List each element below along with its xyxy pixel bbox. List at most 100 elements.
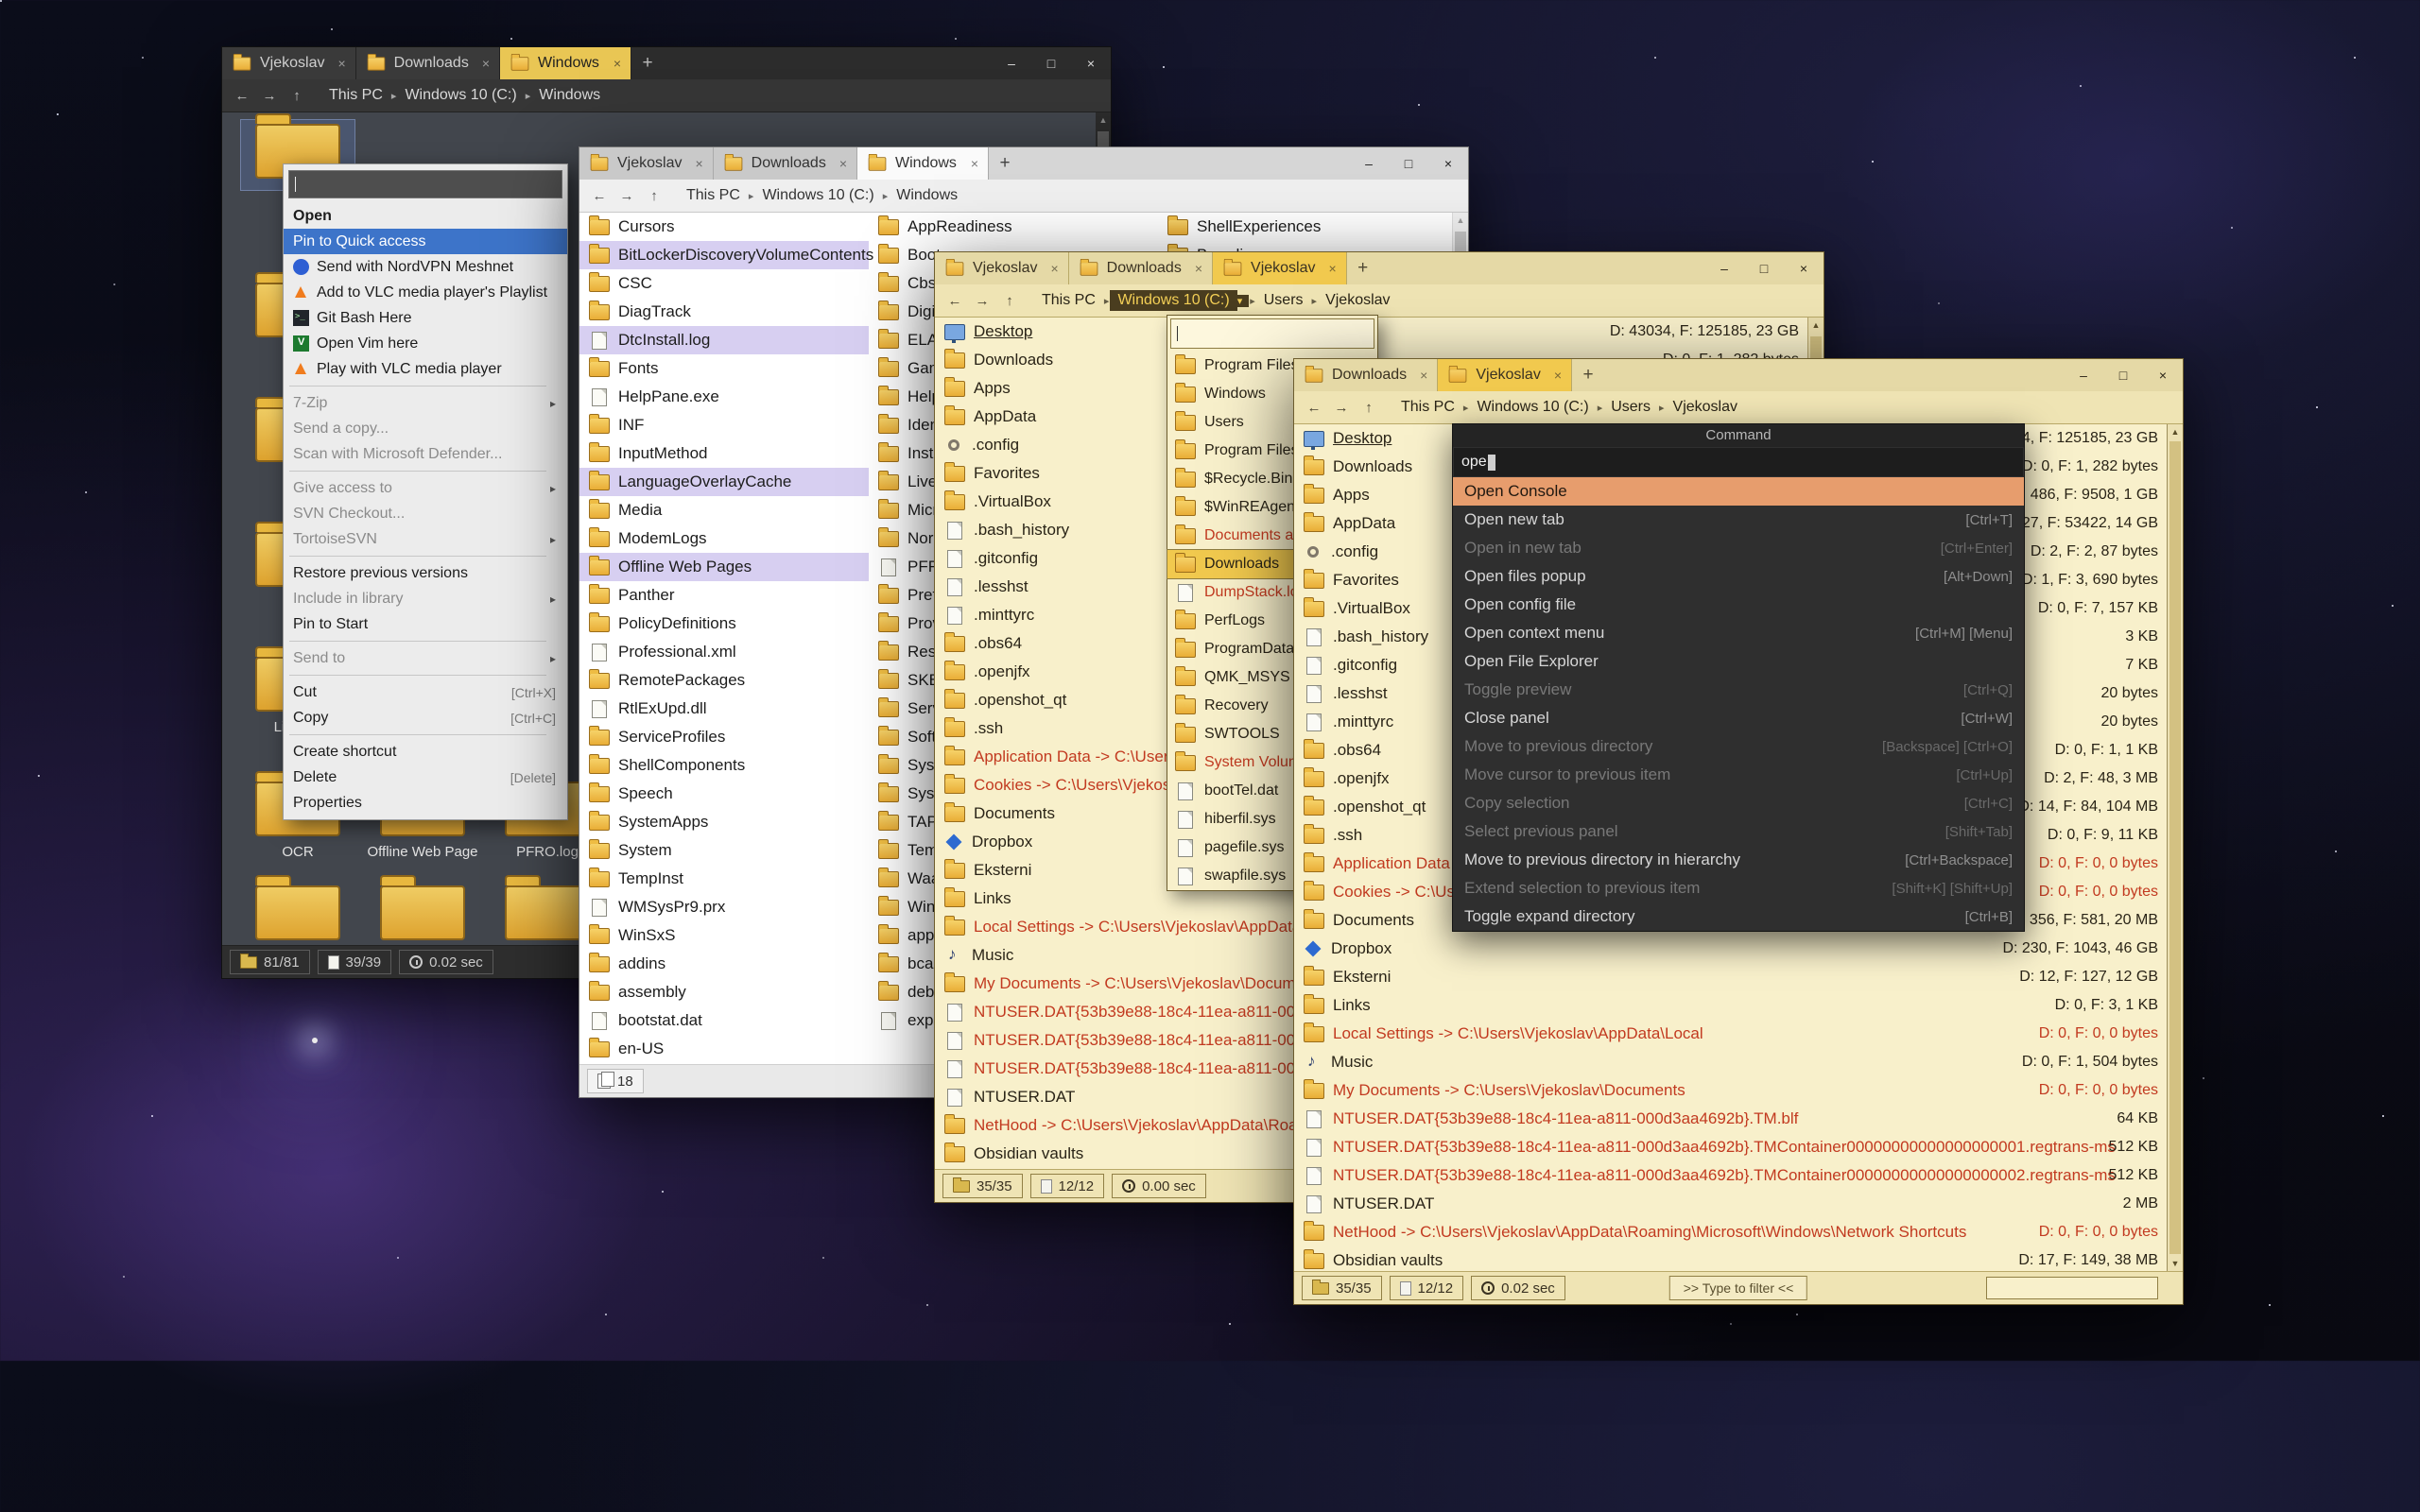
- tab-close-icon[interactable]: ×: [1323, 261, 1337, 276]
- file-row[interactable]: NTUSER.DAT 2 MB: [1294, 1190, 2168, 1218]
- tab[interactable]: Downloads ×: [356, 47, 500, 79]
- command-search-input[interactable]: ope: [1454, 448, 2023, 476]
- forward-icon[interactable]: →: [614, 184, 639, 207]
- command-item[interactable]: Open in new tab [Ctrl+Enter]: [1453, 534, 2024, 562]
- command-item[interactable]: Move to previous directory [Backspace] […: [1453, 732, 2024, 761]
- command-item[interactable]: Toggle expand directory [Ctrl+B]: [1453, 902, 2024, 931]
- command-item[interactable]: Toggle preview [Ctrl+Q]: [1453, 676, 2024, 704]
- file-row[interactable]: Offline Web Pages: [579, 553, 869, 581]
- file-manager-window-front[interactable]: Downloads × Vjekoslav × + – □ × ← → ↑: [1293, 358, 2184, 1305]
- scrollbar-thumb[interactable]: [2169, 441, 2181, 1254]
- file-row[interactable]: Panther: [579, 581, 869, 610]
- context-menu-item[interactable]: Pin to Quick access ▸: [284, 229, 567, 254]
- command-item[interactable]: Close panel [Ctrl+W]: [1453, 704, 2024, 732]
- breadcrumb-segment[interactable]: This PC ▾ ▸: [679, 185, 754, 206]
- up-icon[interactable]: ↑: [1357, 396, 1381, 419]
- file-row[interactable]: Obsidian vaults D: 17, F: 149, 38 MB: [1294, 1246, 2168, 1271]
- maximize-button[interactable]: □: [2103, 359, 2143, 391]
- context-menu-item[interactable]: Delete [Delete] ▸: [284, 765, 567, 790]
- folder-grid-item[interactable]: [366, 882, 479, 945]
- breadcrumb-segment[interactable]: Windows ▾ ▸: [531, 85, 608, 106]
- file-row[interactable]: DiagTrack: [579, 298, 869, 326]
- close-button[interactable]: ×: [2143, 359, 2183, 391]
- new-tab-button[interactable]: +: [1347, 252, 1379, 284]
- forward-icon[interactable]: →: [970, 289, 994, 312]
- file-row[interactable]: My Documents -> C:\Users\Vjekoslav\Docum…: [1294, 1076, 2168, 1105]
- context-menu-item[interactable]: Create shortcut ▸: [284, 739, 567, 765]
- file-row[interactable]: WinSxS: [579, 921, 869, 950]
- command-item[interactable]: Extend selection to previous item [Shift…: [1453, 874, 2024, 902]
- tab-close-icon[interactable]: ×: [608, 56, 621, 71]
- context-menu-filter-input[interactable]: [288, 170, 562, 198]
- context-menu-item[interactable]: Open ▸: [284, 203, 567, 229]
- titlebar[interactable]: Vjekoslav × Downloads × Vjekoslav × + – …: [935, 252, 1824, 284]
- file-row[interactable]: LanguageOverlayCache: [579, 468, 869, 496]
- tab[interactable]: Windows ×: [500, 47, 631, 79]
- up-icon[interactable]: ↑: [285, 84, 309, 107]
- file-row[interactable]: PolicyDefinitions: [579, 610, 869, 638]
- context-menu-item[interactable]: Restore previous versions ▸: [284, 560, 567, 586]
- context-menu-item[interactable]: Cut [Ctrl+X] ▸: [284, 679, 567, 705]
- minimize-button[interactable]: –: [992, 47, 1031, 79]
- context-menu-item[interactable]: ▸: [284, 382, 567, 390]
- tab-close-icon[interactable]: ×: [965, 156, 978, 171]
- file-row[interactable]: AppReadiness: [869, 213, 1158, 241]
- tab-close-icon[interactable]: ×: [834, 156, 847, 171]
- close-button[interactable]: ×: [1428, 147, 1468, 180]
- context-menu-item[interactable]: Send to ▸: [284, 645, 567, 671]
- new-tab-button[interactable]: +: [631, 47, 664, 79]
- titlebar[interactable]: Vjekoslav × Downloads × Windows × + – □: [222, 47, 1111, 79]
- breadcrumb-segment[interactable]: This PC ▾ ▸: [321, 85, 397, 106]
- context-menu-item[interactable]: ▸: [284, 467, 567, 475]
- context-menu-item[interactable]: Scan with Microsoft Defender... ▸: [284, 441, 567, 467]
- scroll-up-icon[interactable]: ▲: [1453, 213, 1468, 228]
- file-row[interactable]: NetHood -> C:\Users\Vjekoslav\AppData\Ro…: [1294, 1218, 2168, 1246]
- back-icon[interactable]: ←: [230, 84, 254, 107]
- new-tab-button[interactable]: +: [989, 147, 1021, 180]
- file-row[interactable]: DtcInstall.log: [579, 326, 869, 354]
- tab[interactable]: Vjekoslav ×: [935, 252, 1069, 284]
- maximize-button[interactable]: □: [1744, 252, 1784, 284]
- back-icon[interactable]: ←: [1302, 396, 1326, 419]
- file-row[interactable]: RemotePackages: [579, 666, 869, 695]
- file-row[interactable]: Cursors: [579, 213, 869, 241]
- file-row[interactable]: Music D: 0, F: 1, 504 bytes: [1294, 1048, 2168, 1076]
- breadcrumb-segment[interactable]: Windows 10 (C:) ▾ ▸: [397, 85, 531, 106]
- command-item[interactable]: Open File Explorer: [1453, 647, 2024, 676]
- file-row[interactable]: NTUSER.DAT{53b39e88-18c4-11ea-a811-000d3…: [1294, 1133, 2168, 1161]
- tab-close-icon[interactable]: ×: [1045, 261, 1058, 276]
- file-row[interactable]: WMSysPr9.prx: [579, 893, 869, 921]
- file-row[interactable]: assembly: [579, 978, 869, 1006]
- breadcrumb-segment[interactable]: Vjekoslav ▾ ▸: [1318, 290, 1397, 311]
- up-icon[interactable]: ↑: [642, 184, 666, 207]
- command-item[interactable]: Open files popup [Alt+Down]: [1453, 562, 2024, 591]
- type-to-filter-input[interactable]: >> Type to filter <<: [1669, 1276, 1807, 1300]
- minimize-button[interactable]: –: [1349, 147, 1389, 180]
- context-menu-item[interactable]: ▸: [284, 730, 567, 739]
- file-row[interactable]: Dropbox D: 230, F: 1043, 46 GB: [1294, 935, 2168, 963]
- command-item[interactable]: Move to previous directory in hierarchy …: [1453, 846, 2024, 874]
- tab-close-icon[interactable]: ×: [1414, 368, 1427, 383]
- status-extra-box[interactable]: [1986, 1277, 2158, 1299]
- file-row[interactable]: Speech: [579, 780, 869, 808]
- file-row[interactable]: ShellExperiences: [1158, 213, 1447, 241]
- scroll-up-icon[interactable]: ▲: [1096, 112, 1111, 128]
- command-item[interactable]: Move cursor to previous item [Ctrl+Up]: [1453, 761, 2024, 789]
- dropdown-filter-input[interactable]: [1170, 318, 1374, 349]
- new-tab-button[interactable]: +: [1572, 359, 1604, 391]
- folder-grid-item[interactable]: [241, 882, 354, 945]
- maximize-button[interactable]: □: [1389, 147, 1428, 180]
- file-row[interactable]: Fonts: [579, 354, 869, 383]
- file-row[interactable]: CSC: [579, 269, 869, 298]
- tab[interactable]: Downloads ×: [1294, 359, 1438, 391]
- breadcrumb-segment[interactable]: Windows ▾ ▸: [889, 185, 965, 206]
- file-row[interactable]: SystemApps: [579, 808, 869, 836]
- file-row[interactable]: BitLockerDiscoveryVolumeContents: [579, 241, 869, 269]
- breadcrumb-segment[interactable]: Users ▾ ▸: [1603, 397, 1665, 418]
- minimize-button[interactable]: –: [1704, 252, 1744, 284]
- file-row[interactable]: NTUSER.DAT{53b39e88-18c4-11ea-a811-000d3…: [1294, 1161, 2168, 1190]
- titlebar[interactable]: Downloads × Vjekoslav × + – □ ×: [1294, 359, 2183, 391]
- context-menu-item[interactable]: Git Bash Here ▸: [284, 305, 567, 331]
- file-row[interactable]: InputMethod: [579, 439, 869, 468]
- context-menu-item[interactable]: Play with VLC media player ▸: [284, 356, 567, 382]
